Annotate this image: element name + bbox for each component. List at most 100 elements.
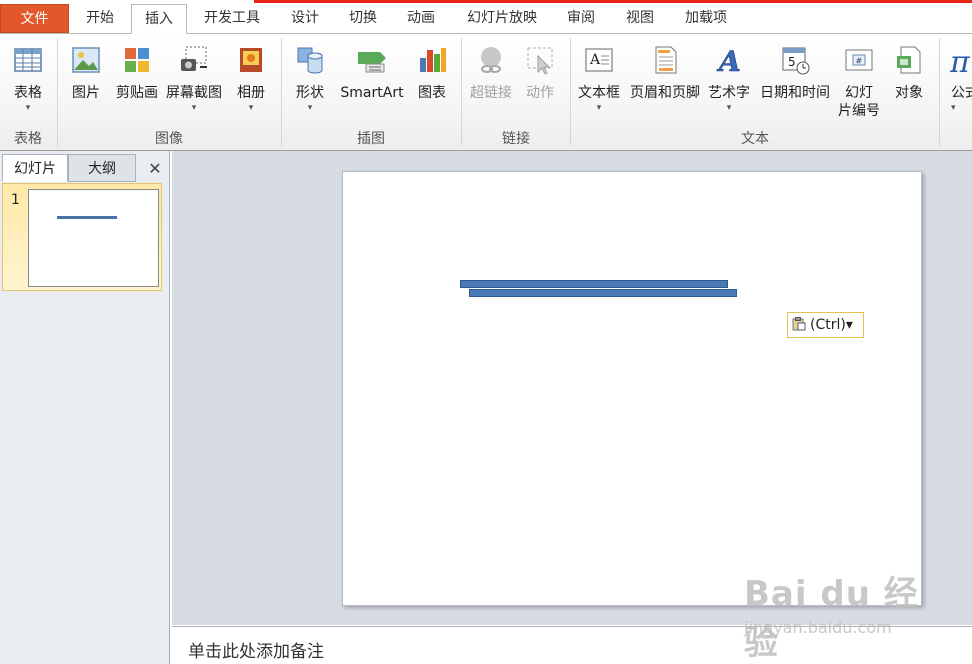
svg-text:#: # — [856, 57, 863, 66]
slide-editing-area: (Ctrl)▾ — [172, 151, 972, 625]
notes-placeholder: 单击此处添加备注 — [188, 642, 324, 662]
tab-home[interactable]: 开始 — [74, 6, 126, 33]
tab-insert[interactable]: 插入 — [131, 4, 187, 34]
chart-label: 图表 — [418, 85, 446, 101]
textbox-label: 文本框 — [578, 85, 620, 101]
textbox-button[interactable]: A 文本框 ▾ — [574, 40, 624, 126]
tab-design[interactable]: 设计 — [280, 6, 330, 33]
clipboard-icon — [792, 317, 806, 331]
album-dropdown-arrow: ▾ — [248, 103, 254, 113]
paste-options-label: (Ctrl)▾ — [810, 317, 853, 333]
wordart-dropdown-arrow: ▾ — [726, 103, 732, 113]
watermark-brand: Bai du 经验 — [744, 574, 919, 663]
slide-number-button[interactable]: # 幻灯 片编号 — [834, 40, 884, 126]
action-label: 动作 — [526, 85, 554, 101]
tab-review[interactable]: 审阅 — [556, 6, 606, 33]
pane-tab-bar: 幻灯片 大纲 ✕ — [0, 154, 169, 182]
slide-number-icon: # — [845, 49, 873, 71]
slide-thumbnail-selected[interactable]: 1 — [2, 183, 162, 291]
shapes-icon — [297, 47, 323, 74]
slide-canvas[interactable]: (Ctrl)▾ — [342, 171, 922, 606]
svg-text:A: A — [716, 45, 741, 76]
picture-label: 图片 — [72, 85, 100, 101]
equation-button[interactable]: π 公式 ▾ — [946, 40, 972, 126]
textbox-dropdown-arrow: ▾ — [596, 103, 602, 113]
wordart-label: 艺术字 — [708, 85, 750, 101]
tab-developer[interactable]: 开发工具 — [194, 6, 270, 33]
header-footer-label: 页眉和页脚 — [630, 85, 700, 101]
wordart-icon: A — [716, 45, 741, 76]
shapes-label: 形状 — [296, 85, 324, 101]
tab-transitions[interactable]: 切换 — [338, 6, 388, 33]
table-icon — [14, 48, 42, 72]
screenshot-dropdown-arrow: ▾ — [191, 103, 197, 113]
tab-slides[interactable]: 幻灯片 — [2, 154, 68, 182]
screenshot-button[interactable]: 屏幕截图 ▾ — [163, 40, 225, 126]
tab-view[interactable]: 视图 — [614, 6, 666, 33]
table-label: 表格 — [14, 85, 42, 101]
photo-album-label: 相册 — [237, 85, 265, 101]
tab-animations[interactable]: 动画 — [396, 6, 446, 33]
screenshot-icon — [181, 46, 207, 71]
table-button[interactable]: 表格 ▾ — [4, 40, 52, 126]
header-footer-button[interactable]: 页眉和页脚 — [626, 40, 704, 126]
close-icon[interactable]: ✕ — [144, 158, 166, 180]
watermark-url: jingyan.baidu.com — [744, 618, 892, 637]
equation-dropdown-arrow: ▾ — [951, 103, 956, 113]
hyperlink-icon — [481, 47, 501, 73]
svg-text:5: 5 — [788, 55, 796, 69]
tab-file[interactable]: 文件 — [0, 4, 69, 33]
tab-slideshow[interactable]: 幻灯片放映 — [456, 6, 548, 33]
photo-album-button[interactable]: 相册 ▾ — [228, 40, 274, 126]
slide-thumbnail-number: 1 — [11, 192, 20, 208]
clipart-label: 剪贴画 — [116, 85, 158, 101]
svg-text:π: π — [950, 46, 971, 76]
textbox-icon: A — [585, 48, 613, 72]
action-icon — [527, 47, 553, 75]
equation-label: 公式 — [951, 85, 972, 101]
object-label: 对象 — [895, 85, 923, 101]
wordart-button[interactable]: A 艺术字 ▾ — [705, 40, 753, 126]
group-label-illustrations: 插图 — [357, 131, 385, 147]
group-label-tables: 表格 — [14, 131, 42, 147]
rectangle-shape-pasted[interactable] — [469, 289, 737, 297]
thumbnail-shape-preview — [57, 216, 117, 219]
group-label-text: 文本 — [741, 131, 769, 147]
hyperlink-label: 超链接 — [470, 85, 512, 101]
shapes-dropdown-arrow: ▾ — [307, 103, 313, 113]
title-accent-line — [254, 0, 972, 3]
object-button[interactable]: 对象 — [886, 40, 932, 126]
group-separator — [939, 38, 940, 146]
pi-icon: π — [950, 46, 971, 76]
picture-button[interactable]: 图片 — [64, 40, 108, 126]
tab-addins[interactable]: 加载项 — [674, 6, 738, 33]
clipart-button[interactable]: 剪贴画 — [112, 40, 162, 126]
slides-pane: 幻灯片 大纲 ✕ 1 — [0, 151, 170, 664]
header-footer-icon — [655, 46, 677, 74]
chart-icon — [420, 48, 446, 72]
ribbon-insert-panel: 表格 ▾ 表格 图片 剪贴画 屏幕截图 ▾ 相册 ▾ 图像 形状 ▾ Smart… — [0, 33, 972, 151]
baidu-jingyan-watermark: Bai du 经验 jingyan.baidu.com — [740, 566, 940, 663]
screenshot-label: 屏幕截图 — [166, 85, 222, 101]
datetime-button[interactable]: 5 日期和时间 — [756, 40, 834, 126]
svg-text:A: A — [589, 52, 601, 68]
rectangle-shape-original[interactable] — [460, 280, 728, 288]
group-label-images: 图像 — [155, 131, 183, 147]
tab-outline[interactable]: 大纲 — [68, 154, 136, 182]
paste-options-button[interactable]: (Ctrl)▾ — [787, 312, 864, 338]
smartart-button[interactable]: SmartArt — [336, 40, 408, 126]
photo-album-icon — [240, 48, 262, 72]
ribbon-tab-bar: 文件 开始 插入 开发工具 设计 切换 动画 幻灯片放映 审阅 视图 加载项 — [0, 0, 972, 34]
shapes-button[interactable]: 形状 ▾ — [288, 40, 332, 126]
slide-number-label-line2: 片编号 — [838, 103, 880, 119]
action-button[interactable]: 动作 — [518, 40, 562, 126]
clipart-icon — [125, 48, 149, 72]
chart-button[interactable]: 图表 — [410, 40, 454, 126]
table-dropdown-arrow: ▾ — [25, 103, 31, 113]
smartart-icon — [358, 52, 386, 73]
object-icon — [897, 46, 921, 74]
hyperlink-button[interactable]: 超链接 — [466, 40, 516, 126]
picture-icon — [72, 47, 100, 73]
datetime-label: 日期和时间 — [760, 85, 830, 101]
slide-thumbnail[interactable] — [28, 189, 159, 287]
